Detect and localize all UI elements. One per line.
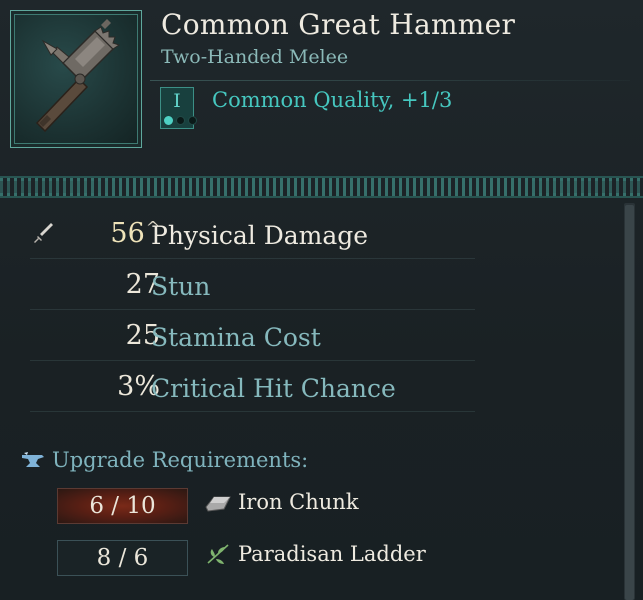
separator-shade (0, 181, 643, 193)
tier-pip (176, 116, 185, 125)
stat-row-physical-damage: 56^ Physical Damage (30, 210, 475, 259)
stat-row-stun: 27 Stun (30, 261, 475, 310)
material-count-paradisan-ladder: 8 / 6 (57, 540, 188, 576)
item-icon-frame (10, 10, 142, 148)
stat-label: Stun (151, 272, 211, 301)
material-name-iron-chunk: Iron Chunk (238, 490, 359, 514)
scrollbar-thumb[interactable] (625, 205, 634, 600)
stat-label: Physical Damage (151, 221, 369, 250)
header-divider (150, 80, 630, 81)
stat-row-stamina-cost: 25 Stamina Cost (30, 312, 475, 361)
tier-pip (188, 116, 197, 125)
sword-icon (34, 223, 53, 243)
great-hammer-icon (35, 19, 121, 133)
item-quality: Common Quality, +1/3 (212, 88, 453, 112)
stat-label: Stamina Cost (151, 323, 321, 352)
item-type: Two-Handed Melee (161, 46, 349, 68)
stat-label: Critical Hit Chance (151, 374, 396, 403)
iron-chunk-icon (205, 496, 231, 512)
stat-row-critical-hit-chance: 3% Critical Hit Chance (30, 363, 475, 412)
material-count-iron-chunk: 6 / 10 (57, 488, 188, 524)
anvil-icon (22, 452, 44, 467)
upgrade-requirements-title: Upgrade Requirements: (52, 448, 309, 472)
tier-pip (164, 116, 173, 125)
item-name: Common Great Hammer (161, 8, 516, 41)
scrollbar[interactable] (624, 203, 635, 600)
leaf-icon (207, 544, 229, 564)
material-name-paradisan-ladder: Paradisan Ladder (238, 542, 426, 566)
stat-value-number: 56 (110, 218, 145, 249)
tier-pips (164, 116, 197, 125)
tier-numeral: I (173, 90, 181, 112)
tier-badge: I (160, 87, 197, 129)
item-tooltip-panel: Common Great Hammer Two-Handed Melee I C… (0, 0, 643, 600)
